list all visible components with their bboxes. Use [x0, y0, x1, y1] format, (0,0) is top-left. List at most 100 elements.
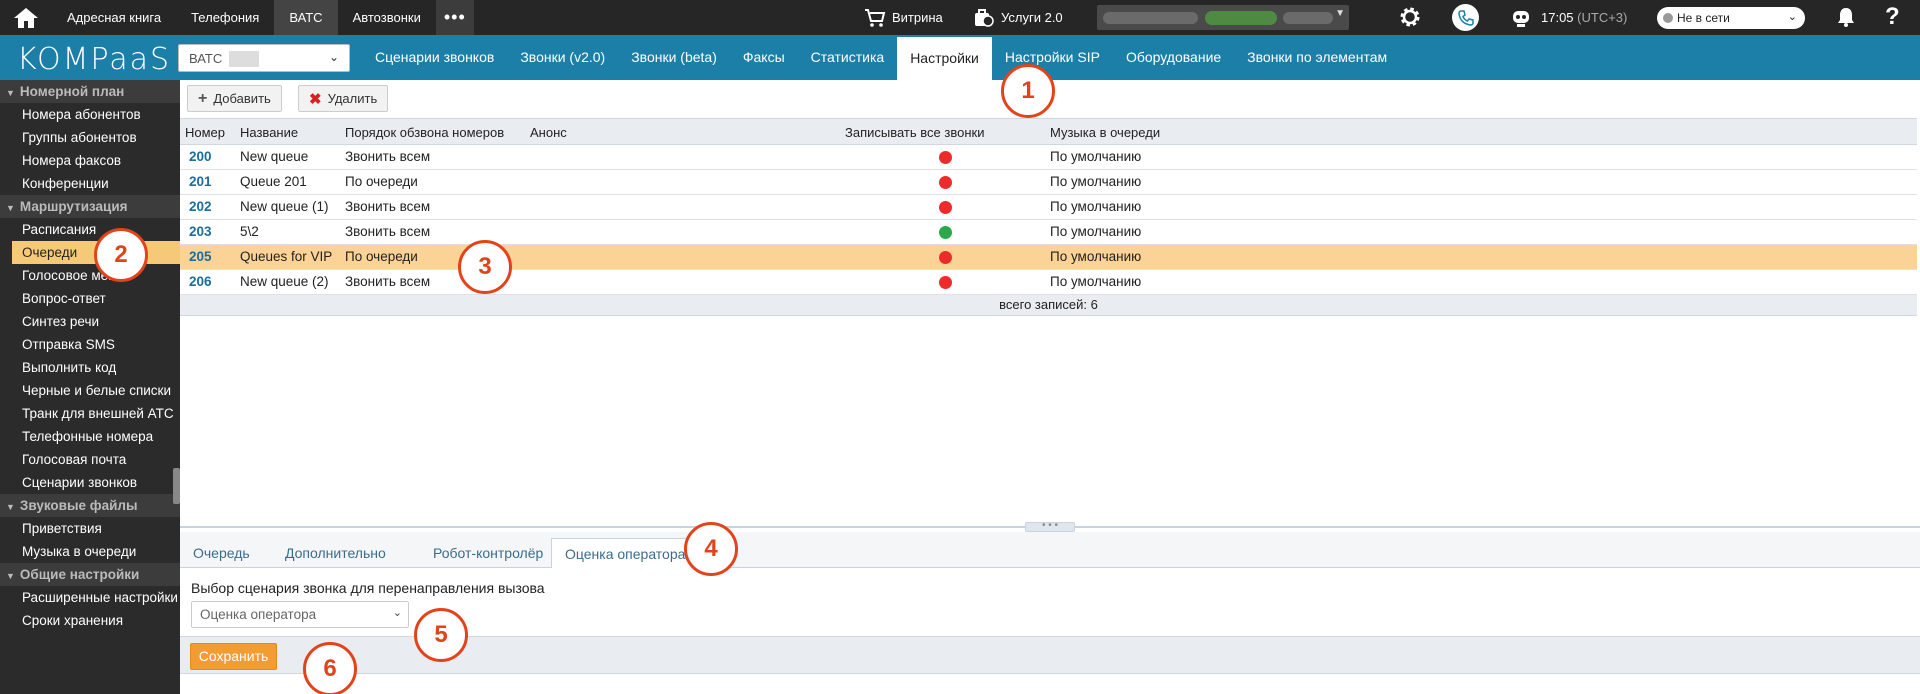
- col-number[interactable]: Номер: [185, 125, 225, 140]
- sidebar-item-run-code[interactable]: Выполнить код: [0, 356, 180, 379]
- sidebar: ▼ Номерной план Номера абонентов Группы а…: [0, 80, 180, 694]
- table-row[interactable]: 205 Queues for VIP По очереди По умолчанию: [180, 245, 1917, 270]
- chevron-down-icon: ⌄: [392, 607, 402, 619]
- add-button[interactable]: + Добавить: [187, 85, 282, 112]
- bell-icon[interactable]: [1835, 6, 1857, 31]
- blurred-balance: [1205, 11, 1277, 25]
- record-status-dot: [939, 201, 952, 214]
- sidebar-item-advanced-settings[interactable]: Расширенные настройки: [0, 586, 180, 609]
- record-status-dot: [939, 251, 952, 264]
- phone-icon[interactable]: [1452, 4, 1479, 31]
- sidebar-item-phone-numbers[interactable]: Телефонные номера: [0, 425, 180, 448]
- sidebar-group-label: Номерной план: [19, 84, 125, 99]
- cell-queue-music: По умолчанию: [1050, 174, 1142, 189]
- sidebar-group-routing[interactable]: ▼ Маршрутизация: [0, 195, 180, 218]
- sidebar-item-fax-numbers[interactable]: Номера факсов: [0, 149, 180, 172]
- sidebar-item-retention-periods[interactable]: Сроки хранения: [0, 609, 180, 632]
- chevron-down-icon: ▼: [1335, 8, 1345, 19]
- table-row[interactable]: 201 Queue 201 По очереди По умолчанию: [180, 170, 1917, 195]
- tab-calls-by-elements[interactable]: Звонки по элементам: [1234, 35, 1400, 80]
- cell-number[interactable]: 206: [189, 274, 212, 289]
- logo: KOMPaaS: [17, 42, 172, 77]
- col-name[interactable]: Название: [240, 125, 298, 140]
- cell-name: Queues for VIP: [240, 249, 333, 264]
- cell-number[interactable]: 202: [189, 199, 212, 214]
- status-select[interactable]: Не в сети ⌄: [1657, 7, 1805, 29]
- top-nav-autocalls[interactable]: Автозвонки: [338, 0, 436, 35]
- cell-order: По очереди: [345, 249, 418, 264]
- more-icon[interactable]: •••: [435, 0, 474, 35]
- tab-queue[interactable]: Очередь: [180, 538, 263, 568]
- table-row[interactable]: 200 New queue Звонить всем По умолчанию: [180, 145, 1917, 170]
- save-button[interactable]: Сохранить: [190, 643, 277, 670]
- sidebar-item-call-scenarios[interactable]: Сценарии звонков: [0, 471, 180, 494]
- sidebar-item-external-trunk[interactable]: Транк для внешней АТС: [0, 402, 180, 425]
- home-icon[interactable]: [0, 0, 52, 35]
- cell-queue-music: По умолчанию: [1050, 274, 1142, 289]
- scenario-select[interactable]: Оценка оператора ⌄: [191, 601, 409, 628]
- col-queue-music[interactable]: Музыка в очереди: [1050, 125, 1160, 140]
- tab-robot-controller[interactable]: Робот-контролёр: [420, 538, 556, 568]
- cell-name: 5\2: [240, 224, 259, 239]
- col-order[interactable]: Порядок обзвона номеров: [345, 125, 504, 140]
- delete-button[interactable]: ✖ Удалить: [298, 85, 389, 112]
- triangle-down-icon: ▼: [6, 88, 15, 98]
- sidebar-resize-handle[interactable]: [173, 468, 180, 504]
- cell-number[interactable]: 201: [189, 174, 212, 189]
- sidebar-item-voicemail[interactable]: Голосовая почта: [0, 448, 180, 471]
- sidebar-group-sound-files[interactable]: ▼ Звуковые файлы: [0, 494, 180, 517]
- shop-link[interactable]: Витрина: [864, 0, 943, 35]
- sidebar-item-subscriber-groups[interactable]: Группы абонентов: [0, 126, 180, 149]
- tab-equipment[interactable]: Оборудование: [1113, 35, 1234, 80]
- top-nav-vats[interactable]: ВАТС: [274, 0, 338, 35]
- sidebar-group-label: Звуковые файлы: [19, 498, 138, 513]
- sidebar-item-send-sms[interactable]: Отправка SMS: [0, 333, 180, 356]
- sidebar-item-voice-menu[interactable]: Голосовое меню: [0, 264, 180, 287]
- tab-settings[interactable]: Настройки: [897, 37, 992, 80]
- splitter-grip[interactable]: • • •: [1025, 521, 1075, 532]
- tab-operator-rating[interactable]: Оценка оператора: [551, 538, 700, 569]
- sidebar-group-number-plan[interactable]: ▼ Номерной план: [0, 80, 180, 103]
- top-nav-address-book[interactable]: Адресная книга: [52, 0, 176, 35]
- sidebar-item-conferences[interactable]: Конференции: [0, 172, 180, 195]
- help-icon[interactable]: ?: [1885, 3, 1900, 31]
- col-record-all[interactable]: Записывать все звонки: [845, 125, 984, 140]
- table-row[interactable]: 203 5\2 Звонить всем По умолчанию: [180, 220, 1917, 245]
- services-link[interactable]: Услуги 2.0: [973, 0, 1063, 35]
- account-selector[interactable]: ▼: [1097, 5, 1349, 30]
- blurred-account-part: [1283, 12, 1333, 24]
- status-label: Не в сети: [1677, 11, 1730, 25]
- add-button-label: Добавить: [213, 91, 271, 106]
- services-icon: [975, 8, 994, 27]
- top-nav-telephony[interactable]: Телефония: [176, 0, 274, 35]
- pbx-select[interactable]: ВАТС ⌄: [178, 44, 350, 72]
- sidebar-item-speech-synthesis[interactable]: Синтез речи: [0, 310, 180, 333]
- sidebar-item-schedules[interactable]: Расписания: [0, 218, 180, 241]
- robot-icon[interactable]: [1510, 6, 1532, 31]
- main-content: + Добавить ✖ Удалить Номер Название Поря…: [180, 80, 1920, 694]
- tab-calls-beta[interactable]: Звонки (beta): [618, 35, 730, 80]
- gear-icon[interactable]: [1398, 5, 1422, 32]
- sidebar-item-greetings[interactable]: Приветствия: [0, 517, 180, 540]
- triangle-down-icon: ▼: [6, 571, 15, 581]
- record-status-dot: [939, 151, 952, 164]
- sidebar-item-black-white-lists[interactable]: Черные и белые списки: [0, 379, 180, 402]
- table-row[interactable]: 202 New queue (1) Звонить всем По умолчанию: [180, 195, 1917, 220]
- sidebar-item-queue-music[interactable]: Музыка в очереди: [0, 540, 180, 563]
- tab-faxes[interactable]: Факсы: [730, 35, 798, 80]
- cell-number[interactable]: 205: [189, 249, 212, 264]
- pbx-select-value: ВАТС: [189, 51, 223, 66]
- tab-statistics[interactable]: Статистика: [798, 35, 898, 80]
- col-announce[interactable]: Анонс: [530, 125, 567, 140]
- tab-calls-v2[interactable]: Звонки (v2.0): [507, 35, 618, 80]
- table-row[interactable]: 206 New queue (2) Звонить всем По умолчанию: [180, 270, 1917, 295]
- sidebar-item-subscriber-numbers[interactable]: Номера абонентов: [0, 103, 180, 126]
- panel-splitter[interactable]: • • •: [180, 517, 1920, 532]
- tab-additional[interactable]: Дополнительно: [272, 538, 399, 568]
- tab-call-scenarios[interactable]: Сценарии звонков: [362, 35, 507, 80]
- plus-icon: +: [198, 89, 208, 107]
- cell-number[interactable]: 200: [189, 149, 212, 164]
- cell-number[interactable]: 203: [189, 224, 212, 239]
- sidebar-group-general-settings[interactable]: ▼ Общие настройки: [0, 563, 180, 586]
- sidebar-item-question-answer[interactable]: Вопрос-ответ: [0, 287, 180, 310]
